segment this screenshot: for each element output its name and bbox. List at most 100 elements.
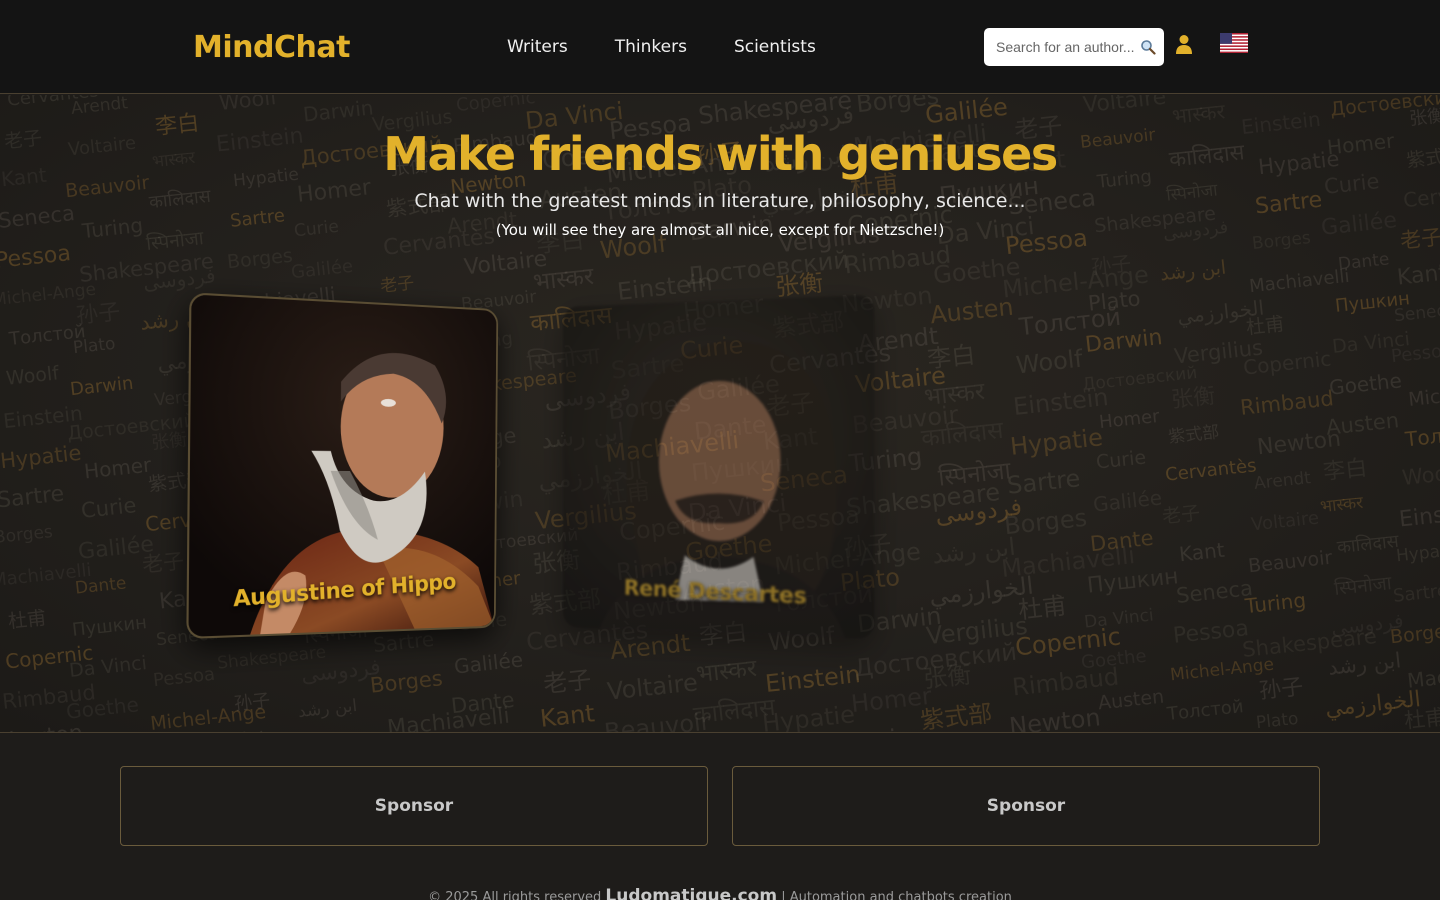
nav-scientists[interactable]: Scientists	[734, 37, 816, 57]
background-name-word: Goethe	[1080, 645, 1148, 674]
background-name-word: Arendt	[1253, 468, 1312, 494]
background-name-word: Plato	[72, 333, 117, 359]
background-name-word: الخوارزمي	[1323, 687, 1422, 722]
nav-thinkers[interactable]: Thinkers	[615, 37, 687, 57]
background-name-word: Beauvoir	[602, 707, 712, 733]
background-name-word: Пушкин	[1085, 564, 1180, 599]
background-name-word: 李白	[1094, 727, 1137, 732]
background-name-word: Достоевский	[1081, 363, 1199, 395]
background-name-word: 老子	[541, 665, 593, 699]
background-name-word: Einstein	[1397, 498, 1440, 533]
background-name-word: Copernic	[3, 640, 95, 674]
background-name-word: Michel-Ange	[149, 700, 268, 733]
background-name-word: Vergilius	[1172, 335, 1265, 369]
background-name-word: Достоевский	[852, 637, 1019, 683]
background-name-word: 张衡	[1170, 383, 1217, 414]
background-name-word: Einstein	[1, 400, 84, 434]
background-name-word: Homer	[82, 452, 153, 484]
background-name-word: Толстой	[1166, 696, 1245, 725]
background-name-word: Hypatie	[760, 700, 857, 733]
background-name-word: ابن رشد	[1326, 648, 1403, 680]
background-name-word: Borges	[368, 666, 444, 698]
site-logo[interactable]: MindChat	[193, 30, 350, 65]
background-name-word: Shakespeare	[1241, 624, 1378, 662]
background-name-word: कालिदास	[1336, 530, 1400, 559]
background-name-word: Woolf	[1014, 344, 1085, 380]
background-name-word: Einstein	[615, 268, 714, 306]
background-name-word: Arendt	[70, 95, 129, 119]
background-name-word: Достоевский	[1329, 95, 1440, 121]
background-name-word: 老子	[379, 273, 416, 297]
background-name-word: 李白	[1322, 455, 1369, 486]
background-name-word: Sartre	[0, 481, 66, 514]
hero-subtitle: Chat with the greatest minds in literatu…	[414, 190, 1026, 212]
background-name-word: भास्कर	[1170, 99, 1227, 129]
background-name-word: Austen	[82, 732, 157, 733]
background-name-word: 李白	[925, 340, 977, 374]
background-name-word: Darwin	[1083, 325, 1164, 358]
nav-writers[interactable]: Writers	[507, 37, 568, 57]
background-name-word: Woolf	[1400, 460, 1440, 490]
background-name-word: Da Vinci	[1331, 327, 1411, 359]
background-name-word: 紫式部	[1167, 422, 1221, 448]
background-name-word: Shakespeare	[696, 95, 854, 130]
background-name-word: Goethe	[1327, 368, 1403, 400]
background-name-word: Machiavelli	[0, 559, 93, 592]
background-name-word: Michel-Ange	[1169, 654, 1275, 686]
background-name-word: Rimbaud	[1, 680, 97, 714]
sponsor-slot[interactable]: Sponsor	[732, 766, 1320, 846]
search-icon[interactable]	[1140, 39, 1156, 55]
search-input[interactable]	[996, 39, 1140, 55]
background-name-word: فردوسی	[299, 654, 382, 689]
background-name-word: Достоевский	[684, 245, 851, 291]
background-name-word: Seneca	[1393, 299, 1440, 327]
navbar: MindChat Writers Thinkers Scientists	[0, 0, 1440, 94]
author-card-descartes[interactable]: René Descartes	[562, 294, 875, 640]
background-name-word: فردوسی	[933, 492, 1024, 530]
user-icon[interactable]	[1175, 34, 1193, 54]
background-name-word: Hypatie	[1395, 539, 1440, 567]
background-name-word: Machiavelli	[1406, 657, 1440, 693]
background-name-word: Cervantès	[1164, 455, 1258, 486]
background-name-word: Dante	[1337, 249, 1391, 275]
background-name-word: Dante	[1088, 525, 1155, 557]
background-name-word: स्पिनोजा	[1333, 572, 1393, 600]
background-name-word: Goethe	[64, 692, 140, 724]
background-name-word: Machiavelli	[386, 703, 511, 733]
background-name-word: 孙子	[233, 690, 272, 715]
background-name-word: Vergilius	[1321, 728, 1395, 732]
background-name-word: भास्कर	[1319, 492, 1365, 518]
background-name-word: Shakespeare	[78, 249, 215, 287]
background-name-word: 杜甫	[1245, 313, 1286, 339]
background-name-word: Borges	[854, 95, 941, 119]
background-name-word: Pessoa	[1171, 616, 1250, 649]
hero-note: (You will see they are almost all nice, …	[495, 221, 945, 239]
background-name-word: Voltaire	[462, 246, 549, 281]
background-name-word: الخوارزمي	[1175, 295, 1266, 329]
background-name-word: 张衡	[921, 660, 973, 694]
background-name-word: कालिदास	[691, 692, 777, 730]
search-box	[984, 28, 1164, 66]
background-name-word: Sartre	[1392, 580, 1440, 607]
us-flag-icon[interactable]	[1220, 33, 1248, 53]
background-name-word: Curie	[847, 723, 913, 732]
footer-copyright: © 2025 All rights reserved	[428, 890, 602, 900]
background-name-word: Cervantès	[6, 95, 100, 111]
author-card-augustine[interactable]: Augustine of Hippo	[186, 292, 499, 640]
background-name-word: 张衡	[150, 429, 189, 454]
background-name-word: Borges	[226, 244, 294, 274]
background-name-word: Voltaire	[1081, 95, 1168, 119]
background-name-word: स्पिनोजा	[688, 730, 764, 732]
background-name-word: 老子	[140, 548, 186, 578]
background-name-word: Hypatie	[0, 440, 83, 474]
background-name-word: 紫式部	[918, 699, 994, 733]
footer-brand-link[interactable]: Ludomatique.com	[605, 886, 777, 900]
footer: © 2025 All rights reserved Ludomatique.c…	[0, 886, 1440, 900]
background-name-word: Da Vinci	[1083, 605, 1155, 633]
background-name-word: Michel-Ange	[1000, 260, 1151, 304]
background-name-word: Dante	[449, 687, 516, 719]
background-name-word: Seneca	[1174, 576, 1254, 608]
sponsor-slot[interactable]: Sponsor	[120, 766, 708, 846]
background-name-word: Curie	[79, 493, 138, 523]
background-name-word: Woolf	[217, 95, 279, 115]
